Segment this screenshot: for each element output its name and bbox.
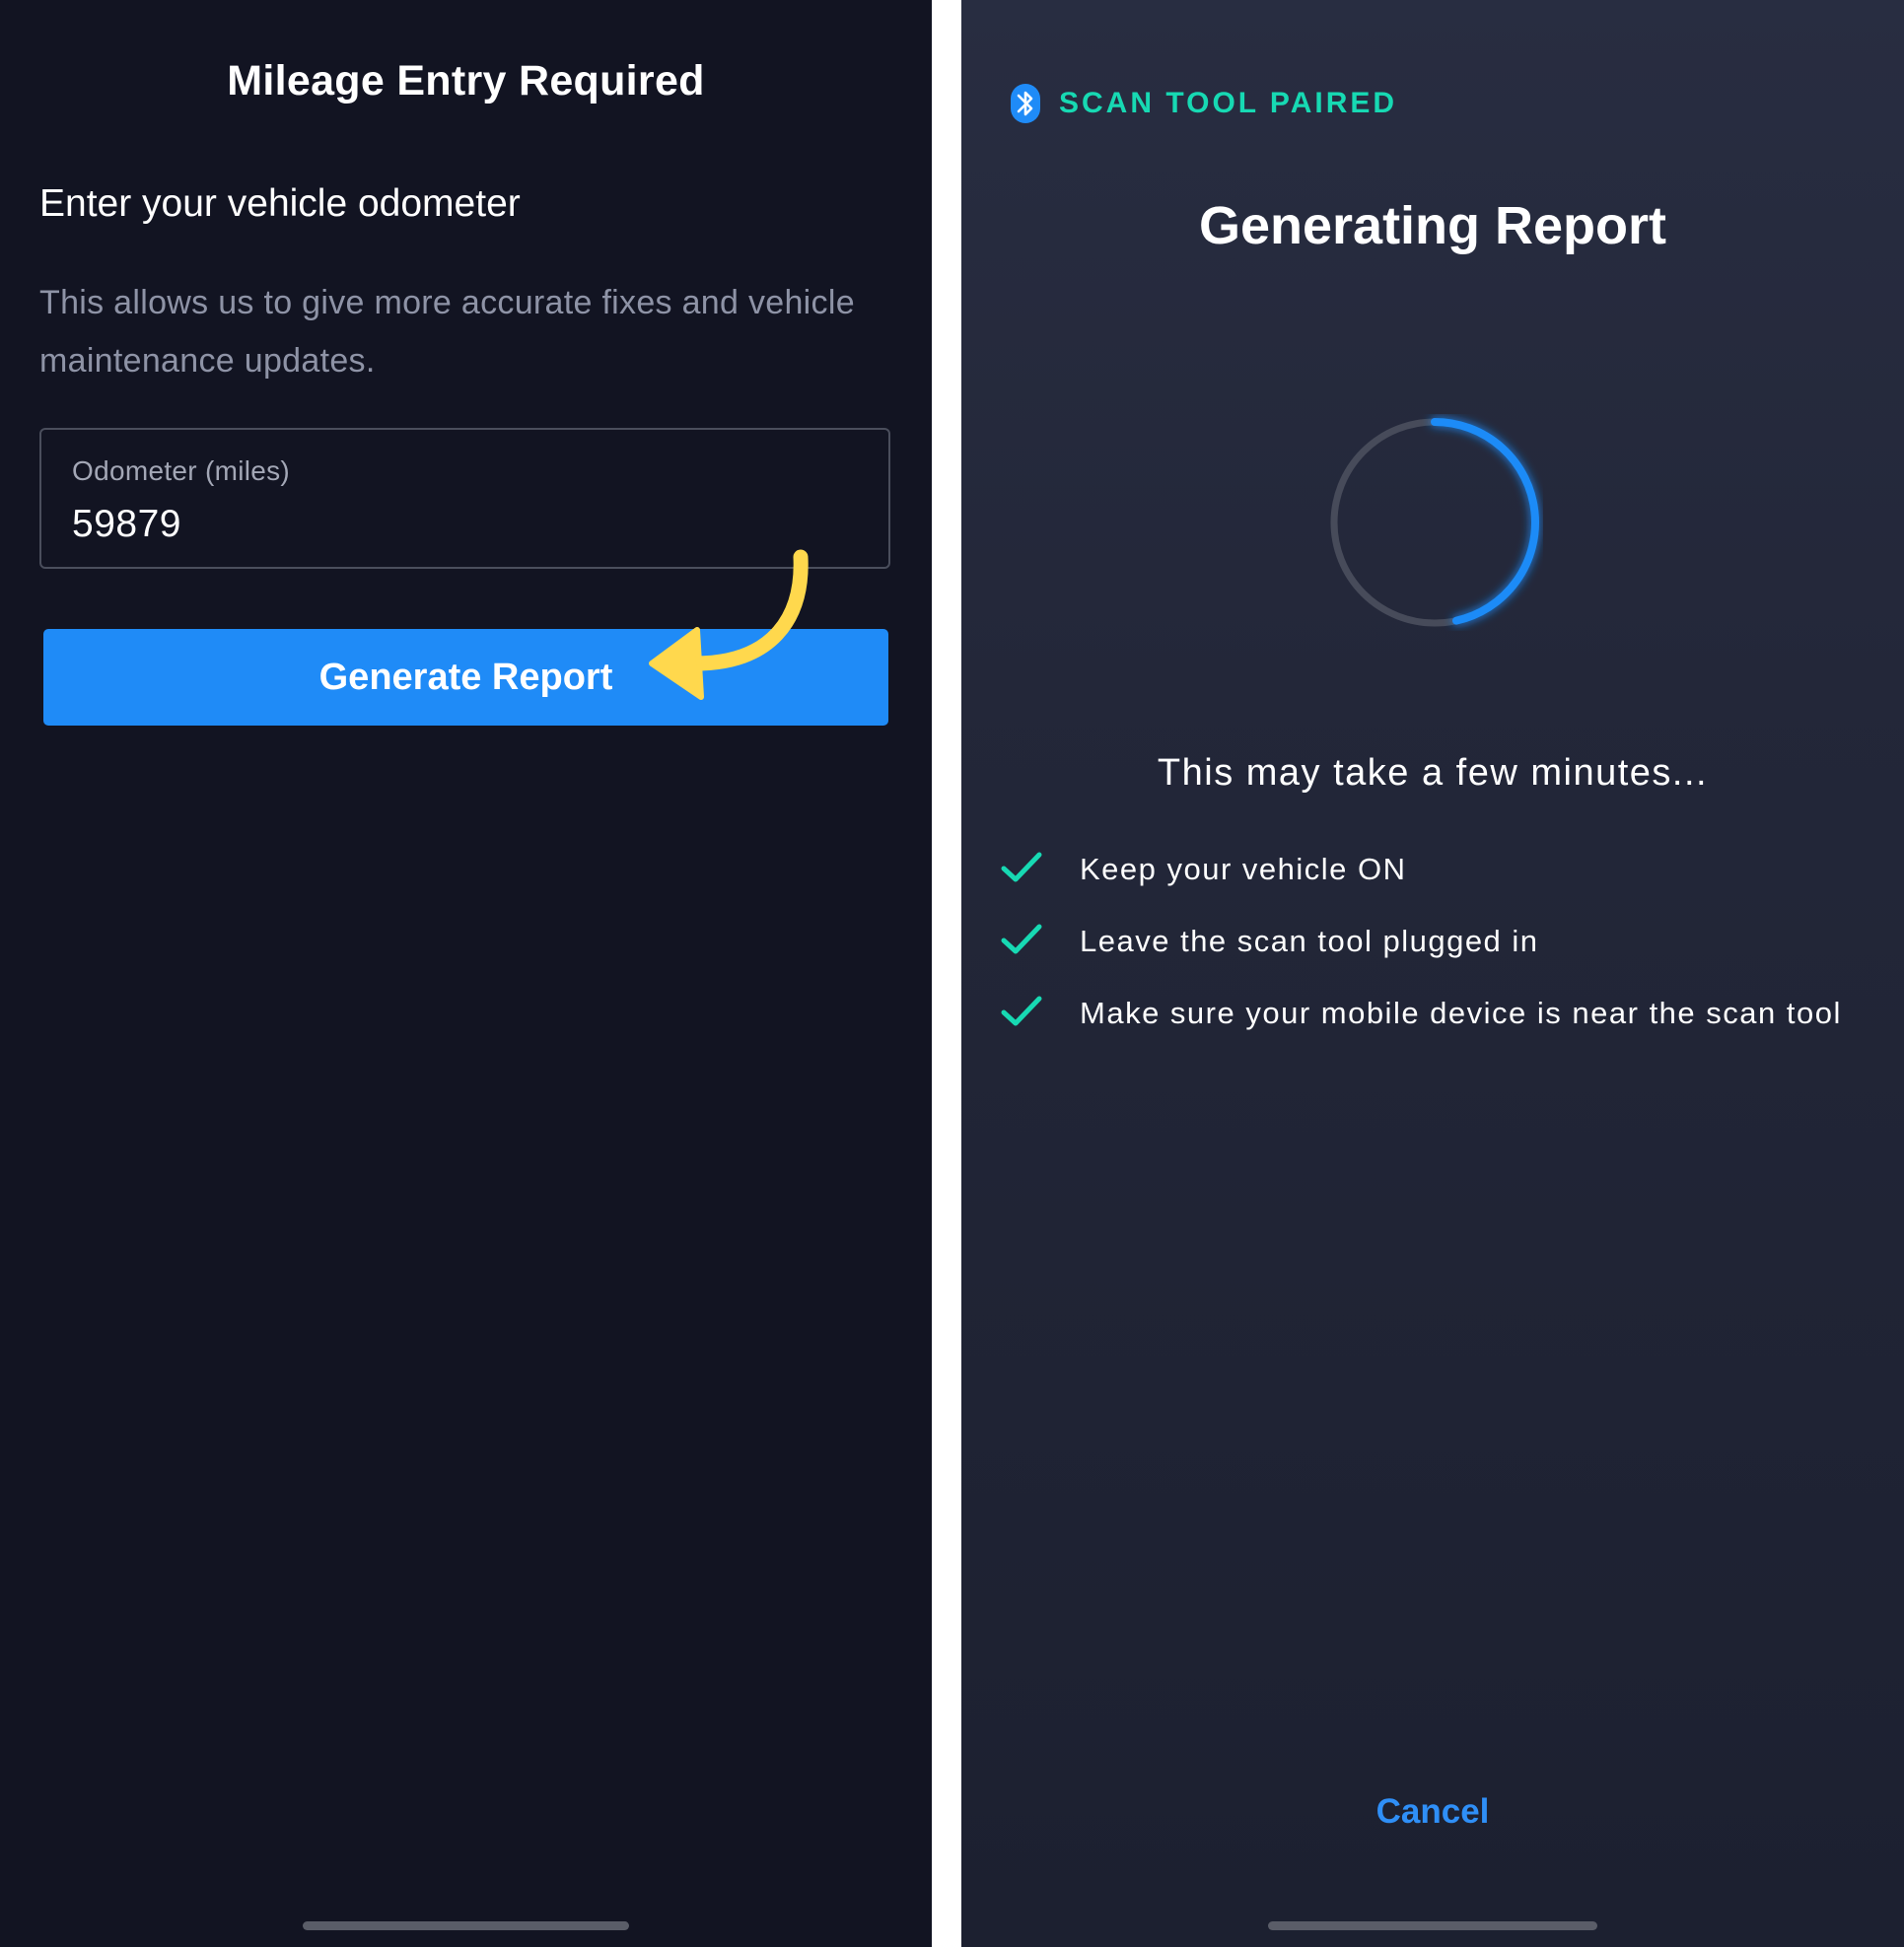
page-title: Mileage Entry Required bbox=[227, 57, 705, 104]
list-item: Leave the scan tool plugged in bbox=[1001, 918, 1869, 964]
home-indicator[interactable] bbox=[303, 1921, 629, 1930]
check-icon bbox=[1001, 996, 1042, 1026]
wait-message: This may take a few minutes... bbox=[1157, 752, 1709, 794]
instruction-list: Keep your vehicle ON Leave the scan tool… bbox=[1001, 846, 1869, 1062]
check-icon bbox=[1001, 924, 1042, 954]
tip-text: Leave the scan tool plugged in bbox=[1080, 924, 1539, 958]
list-item: Keep your vehicle ON bbox=[1001, 846, 1869, 892]
cancel-button[interactable]: Cancel bbox=[961, 1792, 1904, 1832]
curved-arrow-icon bbox=[649, 549, 809, 700]
check-icon bbox=[1001, 852, 1042, 882]
scan-tool-paired-label: SCAN TOOL PAIRED bbox=[1059, 87, 1398, 119]
odometer-description: This allows us to give more accurate fix… bbox=[39, 284, 855, 380]
home-indicator[interactable] bbox=[1268, 1921, 1597, 1930]
page-title: Generating Report bbox=[1198, 196, 1667, 255]
odometer-input[interactable]: 59879 bbox=[72, 503, 181, 546]
generating-report-screen: SCAN TOOL PAIRED Generating Report This … bbox=[961, 0, 1904, 1947]
tip-text: Keep your vehicle ON bbox=[1080, 852, 1407, 886]
loading-spinner bbox=[1330, 418, 1539, 627]
list-item: Make sure your mobile device is near the… bbox=[1001, 990, 1869, 1036]
scan-tool-status: SCAN TOOL PAIRED bbox=[1010, 83, 1397, 124]
bluetooth-icon bbox=[1011, 84, 1040, 123]
odometer-heading: Enter your vehicle odometer bbox=[39, 182, 521, 225]
tip-text: Make sure your mobile device is near the… bbox=[1080, 996, 1842, 1030]
mileage-entry-screen: Mileage Entry Required Enter your vehicl… bbox=[0, 0, 932, 1947]
odometer-label: Odometer (miles) bbox=[72, 455, 291, 486]
